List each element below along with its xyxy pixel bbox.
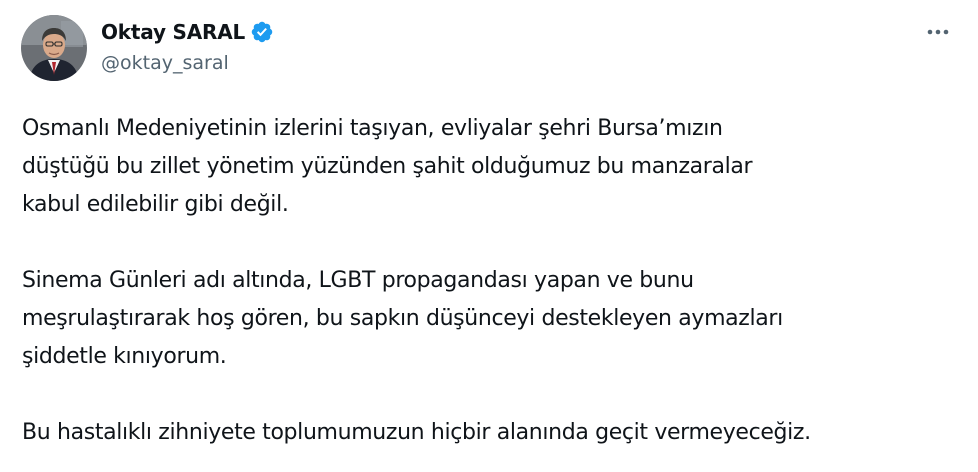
- verified-badge-icon[interactable]: [250, 20, 274, 44]
- avatar[interactable]: [21, 15, 87, 81]
- display-name[interactable]: Oktay SARAL: [101, 20, 245, 44]
- author-name-row: Oktay SARAL: [101, 18, 274, 46]
- author-handle[interactable]: @oktay_saral: [101, 52, 229, 74]
- tweet-paragraph: Osmanlı Medeniyetinin izlerini taşıyan, …: [22, 116, 753, 217]
- tweet-text: Osmanlı Medeniyetinin izlerini taşıyan, …: [22, 110, 967, 452]
- more-horizontal-icon[interactable]: [920, 18, 956, 46]
- tweet-paragraph: Sinema Günleri adı altında, LGBT propaga…: [22, 268, 783, 369]
- tweet-card: Oktay SARAL @oktay_saral Osmanlı Medeniy…: [0, 0, 978, 472]
- tweet-paragraph: Bu hastalıklı zihniyete toplumumuzun hiç…: [22, 420, 811, 445]
